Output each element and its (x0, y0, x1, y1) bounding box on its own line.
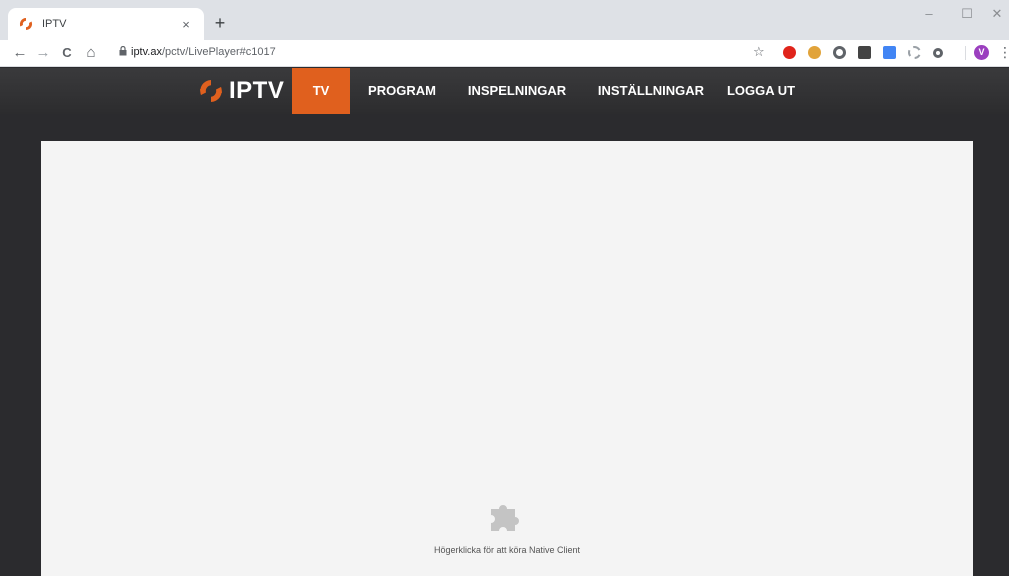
dark-square-extension-icon[interactable] (858, 46, 871, 59)
opera-extension-icon[interactable] (783, 46, 796, 59)
url-host: iptv.ax (131, 46, 162, 58)
forward-button[interactable]: → (33, 43, 53, 63)
browser-menu-icon[interactable]: ⋮ (998, 44, 1009, 61)
minimize-button[interactable]: – (920, 6, 938, 21)
nav-tv[interactable]: TV (292, 68, 350, 114)
logo-text: IPTV (229, 77, 285, 104)
url-path: /pctv/LivePlayer#c1017 (161, 46, 276, 58)
toolbar-separator (965, 46, 966, 60)
nav-installningar[interactable]: INSTÄLLNINGAR (592, 68, 710, 114)
eye-extension-icon[interactable] (933, 48, 943, 58)
browser-tab[interactable]: IPTV × (8, 8, 204, 40)
home-button[interactable]: ⌂ (81, 43, 101, 63)
spinner-extension-icon[interactable] (908, 46, 921, 59)
iptv-logo-icon (200, 80, 222, 102)
site-header: IPTV TV PROGRAM INSPELNINGAR INSTÄLLNING… (0, 68, 1009, 114)
address-bar[interactable]: iptv.ax/pctv/LivePlayer#c1017 (131, 46, 276, 58)
iptv-favicon-icon (18, 16, 34, 32)
puzzle-plugin-icon (491, 505, 519, 531)
iptv-logo[interactable]: IPTV (198, 77, 284, 105)
maximize-button[interactable]: ☐ (958, 6, 976, 22)
reload-button[interactable]: C (57, 43, 77, 63)
bookmark-star-icon[interactable]: ☆ (753, 44, 765, 60)
plugin-message: Högerklicka för att köra Native Client (433, 545, 581, 555)
browser-toolbar: ← → C ⌂ iptv.ax/pctv/LivePlayer#c1017 ☆ … (0, 40, 1009, 67)
lock-icon (119, 45, 127, 58)
tab-title: IPTV (42, 18, 67, 30)
cookie-extension-icon[interactable] (808, 46, 821, 59)
profile-avatar[interactable]: V (974, 45, 989, 60)
native-client-player[interactable]: Högerklicka för att köra Native Client (41, 141, 973, 576)
circle-extension-icon[interactable] (833, 46, 846, 59)
page-background (0, 114, 1009, 141)
back-button[interactable]: ← (10, 43, 30, 63)
nav-inspelningar[interactable]: INSPELNINGAR (462, 68, 572, 114)
s-extension-icon[interactable] (883, 46, 896, 59)
new-tab-button[interactable]: + (210, 14, 230, 34)
close-window-button[interactable]: ✕ (988, 6, 1006, 22)
nav-program[interactable]: PROGRAM (360, 68, 444, 114)
nav-logga-ut[interactable]: LOGGA UT (726, 68, 796, 114)
tab-close-icon[interactable]: × (178, 17, 194, 32)
tab-strip: IPTV × + – ☐ ✕ (0, 0, 1009, 40)
